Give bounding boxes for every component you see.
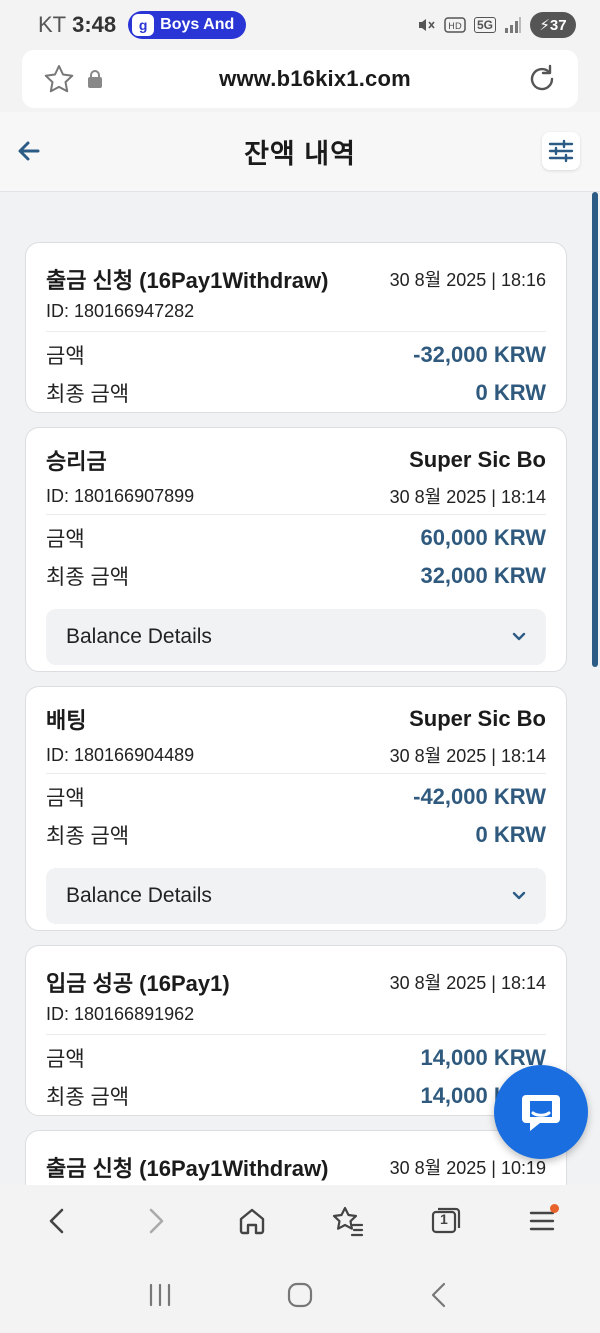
- transaction-type: 배팅: [46, 708, 87, 733]
- transaction-type: 출금 신청 (16Pay1Withdraw): [46, 1156, 329, 1181]
- transaction-id: ID: 180166891962: [46, 1003, 195, 1024]
- balance-details-label: Balance Details: [66, 625, 212, 648]
- address-bar[interactable]: www.b16kix1.com: [22, 50, 578, 108]
- page-title: 잔액 내역: [244, 139, 356, 169]
- transaction-card[interactable]: 출금 신청 (16Pay1Withdraw) 30 8월 2025 | 10:1…: [25, 1130, 567, 1185]
- amount-label: 금액: [46, 1048, 85, 1071]
- transaction-list[interactable]: 출금 신청 (16Pay1Withdraw) 30 8월 2025 | 18:1…: [0, 192, 600, 1185]
- mute-icon: [418, 19, 435, 31]
- app-notification-icon: g: [132, 14, 155, 36]
- amount-label: 금액: [46, 787, 85, 810]
- home-icon[interactable]: [227, 1196, 277, 1246]
- transaction-type: 입금 성공 (16Pay1): [46, 971, 230, 996]
- transaction-card[interactable]: 출금 신청 (16Pay1Withdraw) 30 8월 2025 | 18:1…: [25, 242, 567, 413]
- battery-level: 37: [549, 16, 567, 34]
- status-right: HD 5G ⚡ 37: [416, 12, 576, 38]
- amount-value: 60,000 KRW: [420, 525, 546, 550]
- filter-sliders-icon[interactable]: [542, 132, 580, 170]
- divider: [46, 773, 546, 774]
- transaction-date: 30 8월 2025 | 18:16: [389, 270, 546, 290]
- final-amount-label: 최종 금액: [46, 1086, 130, 1109]
- transaction-date: 30 8월 2025 | 10:19: [389, 1158, 546, 1178]
- bookmark-star-icon[interactable]: [42, 62, 76, 96]
- final-amount-label: 최종 금액: [46, 825, 130, 848]
- status-left: KT 3:48 g Boys And: [38, 11, 247, 39]
- amount-value: -42,000 KRW: [413, 784, 546, 809]
- reload-icon[interactable]: [526, 63, 558, 95]
- chat-bubble-icon: [522, 1095, 560, 1131]
- notification-text: Boys And: [160, 16, 235, 33]
- back-arrow-icon[interactable]: [14, 136, 44, 166]
- tabs-icon[interactable]: 1: [420, 1196, 470, 1246]
- amount-label: 금액: [46, 345, 85, 368]
- status-bar: KT 3:48 g Boys And HD 5G ⚡ 37: [0, 0, 600, 50]
- tab-count: 1: [439, 1211, 448, 1227]
- browser-back-icon[interactable]: [33, 1196, 83, 1246]
- hd-icon: HD: [444, 17, 466, 33]
- lock-icon: [86, 69, 104, 89]
- transaction-type: 출금 신청 (16Pay1Withdraw): [46, 268, 329, 293]
- final-amount-value: 0 KRW: [475, 822, 547, 847]
- page-header: 잔액 내역: [0, 112, 600, 192]
- scrollbar-thumb[interactable]: [592, 192, 598, 667]
- divider: [46, 1034, 546, 1035]
- game-name: Super Sic Bo: [409, 706, 546, 731]
- charging-icon: ⚡: [539, 17, 550, 34]
- signal-icon: [505, 17, 521, 33]
- svg-text:HD: HD: [448, 22, 462, 32]
- system-navigation-bar: [0, 1257, 600, 1333]
- amount-label: 금액: [46, 528, 85, 551]
- network-type: 5G: [473, 17, 496, 33]
- transaction-card[interactable]: 승리금 Super Sic Bo ID: 180166907899 30 8월 …: [25, 427, 567, 672]
- transaction-card[interactable]: 입금 성공 (16Pay1) 30 8월 2025 | 18:14 ID: 18…: [25, 945, 567, 1116]
- browser-toolbar: 1: [0, 1185, 600, 1257]
- transaction-date: 30 8월 2025 | 18:14: [389, 973, 546, 993]
- game-name: Super Sic Bo: [409, 447, 546, 472]
- balance-details-toggle[interactable]: Balance Details: [46, 868, 546, 924]
- transaction-card[interactable]: 배팅 Super Sic Bo ID: 180166904489 30 8월 2…: [25, 686, 567, 931]
- transaction-id: ID: 180166947282: [46, 300, 195, 321]
- url-text[interactable]: www.b16kix1.com: [104, 66, 526, 92]
- final-amount-label: 최종 금액: [46, 383, 130, 406]
- transaction-date: 30 8월 2025 | 18:14: [389, 746, 546, 766]
- final-amount-label: 최종 금액: [46, 566, 130, 589]
- transaction-id: ID: 180166907899: [46, 485, 195, 506]
- transaction-date: 30 8월 2025 | 18:14: [389, 487, 546, 507]
- system-home-icon[interactable]: [275, 1270, 325, 1320]
- chevron-down-icon: [512, 891, 526, 900]
- amount-value: -32,000 KRW: [413, 342, 546, 367]
- browser-forward-icon[interactable]: [130, 1196, 180, 1246]
- divider: [46, 331, 546, 332]
- live-chat-button[interactable]: [494, 1065, 588, 1159]
- transaction-type: 승리금: [46, 449, 107, 474]
- balance-details-toggle[interactable]: Balance Details: [46, 609, 546, 665]
- divider: [46, 514, 546, 515]
- notification-dot: [549, 1204, 559, 1213]
- final-amount-value: 32,000 KRW: [420, 563, 546, 588]
- notification-pill[interactable]: g Boys And: [128, 11, 247, 39]
- battery-indicator: ⚡ 37: [530, 12, 576, 38]
- recent-apps-icon[interactable]: [135, 1270, 185, 1320]
- bookmarks-icon[interactable]: [323, 1196, 373, 1246]
- chevron-down-icon: [512, 632, 526, 641]
- transaction-id: ID: 180166904489: [46, 744, 195, 765]
- menu-icon[interactable]: [517, 1196, 567, 1246]
- balance-details-label: Balance Details: [66, 884, 212, 907]
- system-back-icon[interactable]: [415, 1270, 465, 1320]
- final-amount-value: 0 KRW: [475, 380, 547, 405]
- clock: 3:48: [72, 12, 117, 37]
- browser-url-area: www.b16kix1.com: [0, 50, 600, 112]
- carrier-label: KT: [38, 12, 67, 37]
